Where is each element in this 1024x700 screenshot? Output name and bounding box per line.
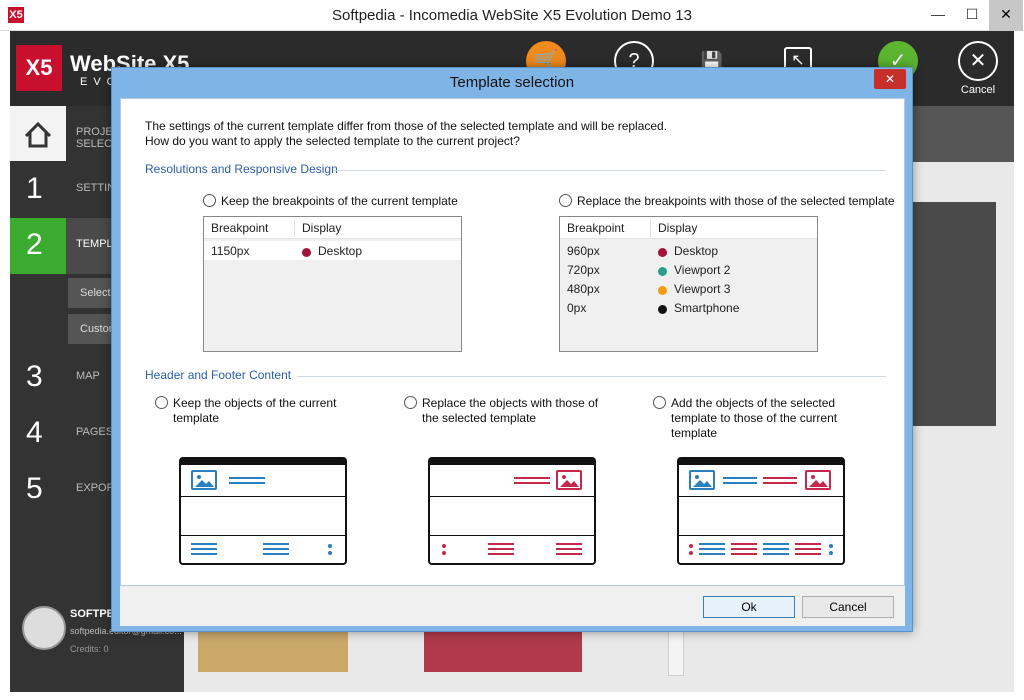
sidebar-label: PAGES: [76, 426, 114, 438]
color-dot: [658, 267, 667, 276]
section-title-header-footer: Header and Footer Content: [145, 368, 292, 382]
logo-mark: X5: [16, 45, 62, 91]
breakpoint-value: 960px: [567, 244, 600, 258]
image-icon: [191, 470, 217, 490]
radio-label: Keep the objects of the current: [173, 396, 337, 410]
minimize-button[interactable]: —: [921, 0, 955, 31]
subitem-label: Select: [80, 287, 111, 299]
table-row: 1150px Desktop: [204, 241, 461, 260]
table-header: Breakpoint Display: [560, 217, 817, 239]
column-header: Display: [302, 221, 342, 235]
dialog-intro: The settings of the current template dif…: [145, 119, 885, 149]
breakpoint-value: 720px: [567, 263, 600, 277]
dialog-title: Template selection: [449, 74, 575, 91]
section-divider: [333, 170, 886, 171]
window-titlebar: X5 Softpedia - Incomedia WebSite X5 Evol…: [0, 0, 1024, 31]
color-dot: [658, 286, 667, 295]
image-icon: [556, 470, 582, 490]
step-number: 5: [26, 472, 43, 505]
template-selection-dialog: Template selection ✕ The settings of the…: [111, 67, 913, 632]
table-row: 0px Smartphone: [560, 298, 817, 317]
table-row: 720px Viewport 2: [560, 260, 817, 279]
radio-button[interactable]: [404, 396, 417, 409]
radio-button[interactable]: [203, 194, 216, 207]
home-icon: [10, 106, 66, 161]
radio-label: Replace the objects with those of: [422, 396, 599, 410]
sidebar-label: MAP: [76, 370, 100, 382]
selected-breakpoints-table: Breakpoint Display 960px Desktop 720px V…: [559, 216, 818, 352]
template-preview-image: [912, 202, 996, 426]
step-number: 1: [26, 172, 43, 205]
table-row: 480px Viewport 3: [560, 279, 817, 298]
cancel-label[interactable]: Cancel: [958, 84, 998, 96]
display-name: Desktop: [674, 244, 719, 258]
radio-label: Keep the breakpoints of the current temp…: [221, 194, 458, 208]
column-header: Breakpoint: [211, 221, 269, 235]
avatar[interactable]: [22, 606, 66, 650]
radio-label: template: [173, 411, 220, 425]
column-header: Breakpoint: [567, 221, 625, 235]
current-breakpoints-table: Breakpoint Display 1150px Desktop: [203, 216, 462, 352]
display-name: Viewport 2: [674, 263, 731, 277]
display-name: Viewport 3: [674, 282, 731, 296]
table-row: 960px Desktop: [560, 241, 817, 260]
radio-button[interactable]: [155, 396, 168, 409]
color-dot: [658, 305, 667, 314]
window-close-button[interactable]: ✕: [989, 0, 1023, 31]
cancel-icon[interactable]: ✕: [958, 41, 998, 81]
radio-label: Add the objects of the selected: [671, 396, 836, 410]
column-header: Display: [658, 221, 698, 235]
layout-preview-add: [677, 457, 845, 565]
step-number: 2: [26, 228, 43, 261]
color-dot: [302, 248, 311, 257]
layout-preview-keep: [179, 457, 347, 565]
radio-label: the selected template: [422, 411, 537, 425]
dialog-close-button[interactable]: ✕: [874, 69, 906, 89]
dialog-footer: Ok Cancel: [120, 586, 905, 626]
radio-label: Replace the breakpoints with those of th…: [577, 194, 895, 208]
sidebar-item-template[interactable]: 2: [10, 218, 66, 274]
intro-line: How do you want to apply the selected te…: [145, 134, 520, 148]
intro-line: The settings of the current template dif…: [145, 119, 668, 133]
image-icon: [805, 470, 831, 490]
section-divider: [297, 376, 886, 377]
display-name: Desktop: [318, 244, 363, 258]
maximize-button[interactable]: ☐: [955, 0, 989, 31]
color-dot: [658, 248, 667, 257]
profile-credits: Credits: 0: [70, 644, 109, 654]
window-title: Softpedia - Incomedia WebSite X5 Evoluti…: [332, 7, 692, 24]
breakpoint-value: 1150px: [211, 244, 250, 258]
layout-preview-replace: [428, 457, 596, 565]
breakpoint-value: 0px: [567, 301, 587, 315]
section-title-resolutions: Resolutions and Responsive Design: [145, 162, 338, 176]
cancel-button[interactable]: Cancel: [802, 596, 894, 618]
radio-label: template to those of the current: [671, 411, 838, 425]
display-name: Smartphone: [674, 301, 740, 315]
table-header: Breakpoint Display: [204, 217, 461, 239]
image-icon: [689, 470, 715, 490]
radio-button[interactable]: [653, 396, 666, 409]
step-number: 4: [26, 416, 43, 449]
ok-button[interactable]: Ok: [703, 596, 795, 618]
radio-label: template: [671, 426, 718, 440]
radio-button[interactable]: [559, 194, 572, 207]
breakpoint-value: 480px: [567, 282, 600, 296]
dialog-content: The settings of the current template dif…: [120, 98, 905, 586]
step-number: 3: [26, 360, 43, 393]
